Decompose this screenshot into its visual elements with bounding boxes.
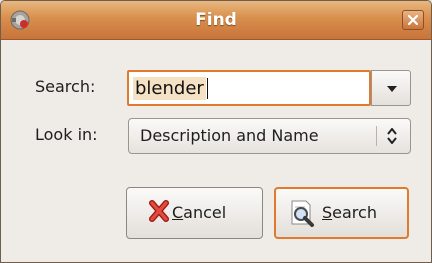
- search-magnifier-icon: [291, 200, 314, 227]
- search-label: Search:: [35, 77, 96, 96]
- close-button[interactable]: [402, 10, 424, 30]
- search-button-label: Search: [322, 203, 377, 222]
- look-in-label: Look in:: [35, 125, 98, 144]
- window-title: Find: [195, 10, 237, 30]
- cancel-x-icon: [149, 200, 169, 222]
- search-button[interactable]: Search: [274, 187, 409, 239]
- look-in-selected-value: Description and Name: [140, 126, 319, 145]
- title-bar[interactable]: Find: [1, 1, 431, 40]
- combo-separator: [376, 126, 377, 146]
- chevron-down-icon: [387, 86, 397, 92]
- cancel-button-label: Cancel: [172, 203, 227, 222]
- cancel-button[interactable]: Cancel: [126, 187, 263, 239]
- search-input[interactable]: blender: [127, 70, 371, 106]
- close-icon: [408, 15, 418, 25]
- look-in-select[interactable]: Description and Name: [128, 118, 411, 154]
- find-dialog: Find Search: blender Look in: Descriptio…: [0, 0, 432, 263]
- search-history-dropdown-button[interactable]: [371, 70, 411, 106]
- updown-arrows-icon: [387, 128, 397, 144]
- search-input-value[interactable]: blender: [133, 77, 208, 100]
